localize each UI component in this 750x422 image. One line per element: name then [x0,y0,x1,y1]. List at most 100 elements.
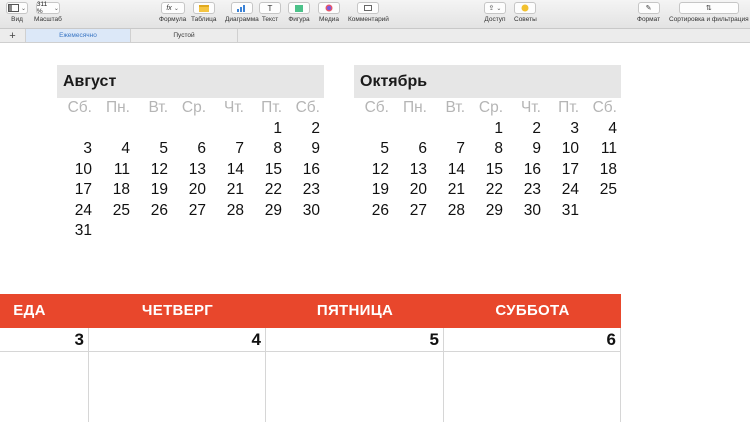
day-cell [95,119,133,140]
function-icon: fx [166,4,172,12]
zoom-select[interactable]: 311 % ⌄ [35,1,60,15]
shape-control[interactable]: Фигура [288,2,310,24]
text-button[interactable]: T [259,2,281,14]
day-cell: 23 [523,181,541,198]
day-cell: 1 [494,119,503,137]
day-cell: 12 [150,160,168,178]
day-cell [171,119,209,140]
day-cell: 30 [302,201,320,219]
media-label: Медиа [319,16,339,23]
view-control[interactable]: ⌄ Вид [6,2,28,24]
day-cell [57,119,95,140]
tips-control[interactable]: Советы [514,2,537,24]
day-header: ЧЕТВЕРГ [141,302,214,319]
text-control[interactable]: T Текст [259,2,281,24]
sort-button[interactable]: ⇅ [678,2,739,14]
weekday-label: Вт. [148,99,168,116]
chart-icon [236,4,245,12]
month-title: Август [57,65,324,98]
format-label: Формат [637,16,661,23]
day-cell: 6 [197,140,206,157]
shape-button[interactable] [288,2,310,14]
day-cell: 22 [485,181,503,198]
day-cell: 2 [532,119,541,137]
day-cell: 22 [264,181,282,198]
media-button[interactable] [318,2,340,14]
day-cell: 6 [418,140,427,157]
tab-monthly[interactable]: Ежемесячно [26,29,131,42]
weekday-label: Сб. [364,99,389,116]
day-cell: 9 [532,140,541,157]
table-control[interactable]: Таблица [191,2,217,24]
zoom-value: 311 % [36,1,48,15]
month-grid: Сб. Пн. Вт. Ср. Чт. Пт. Сб. 1 2 3 4 5 6 7 8 9 10 11 12 13 14… [57,98,324,242]
date-cell[interactable]: 4 [89,328,266,422]
day-cell: 13 [188,160,206,178]
weekday-label: Сб. [67,99,92,116]
comment-icon [364,4,373,11]
mini-calendar-october: Октябрь Сб. Пн. Вт. Ср. Чт. Пт. Сб. 1 2 3 4 5 6 7 8 9 10… [354,65,621,221]
chevron-down-icon: ⌄ [20,5,27,12]
day-cell: 24 [74,201,92,219]
zoom-control[interactable]: 311 % ⌄ Масштаб [34,1,62,24]
mini-calendar-august: Август Сб. Пн. Вт. Ср. Чт. Пт. Сб. 1 2 3 4 5 6 7 8 9 10 1… [57,65,324,242]
share-label: Доступ [484,16,506,23]
day-cell: 21 [226,181,244,198]
date-cell[interactable]: 3 [0,328,89,422]
media-control[interactable]: Медиа [318,2,340,24]
weekday-label: Пн. [105,99,130,116]
day-cell: 8 [494,140,503,157]
date-cell[interactable]: 5 [266,328,444,422]
add-sheet-button[interactable]: + [0,29,26,42]
day-cell: 7 [456,140,465,157]
day-cell [247,221,285,242]
day-header: СУББОТА [495,302,570,319]
day-cell: 21 [447,181,465,198]
view-button[interactable]: ⌄ [6,2,28,14]
tips-label: Советы [514,16,537,23]
day-cell: 11 [600,140,617,157]
month-grid: Сб. Пн. Вт. Ср. Чт. Пт. Сб. 1 2 3 4 5 6 7 8 9 10 11 12 13 14… [354,98,621,221]
comment-button[interactable] [357,2,380,14]
tips-button[interactable] [514,2,537,14]
comment-label: Комментарий [348,16,389,23]
share-control[interactable]: ⇪ ⌄ Доступ [484,2,506,24]
shape-label: Фигура [288,16,310,23]
weekday-label: Пт. [558,99,579,116]
day-cell: 28 [447,201,465,219]
day-cell: 11 [113,160,130,178]
format-button[interactable]: ✎ [637,2,660,14]
share-button[interactable]: ⇪ ⌄ [484,2,506,14]
formula-control[interactable]: fx ⌄ Формула [159,2,186,24]
day-cell: 19 [150,181,168,198]
day-cell: 3 [570,119,579,137]
table-button[interactable] [192,2,215,14]
text-label: Текст [261,16,279,23]
tab-blank[interactable]: Пустой [131,29,238,42]
day-cell: 15 [264,160,282,178]
format-control[interactable]: ✎ Формат [637,2,660,24]
day-cell: 16 [302,160,320,178]
text-icon: T [267,3,273,13]
day-cell: 26 [150,201,168,219]
chart-control[interactable]: Диаграмма [225,2,259,24]
date-cell[interactable]: 6 [444,328,621,422]
day-cell [95,221,133,242]
day-cell: 18 [112,181,130,198]
weekday-label: Сб. [592,99,617,116]
sort-icon: ⇅ [705,5,712,12]
formula-button[interactable]: fx ⌄ [160,2,185,14]
day-cell [582,201,620,222]
day-cell: 9 [311,140,320,157]
day-cell [285,221,323,242]
day-cell: 2 [311,119,320,137]
sort-control[interactable]: ⇅ Сортировка и фильтрация [669,2,749,24]
date-number: 6 [606,330,616,349]
comment-control[interactable]: Комментарий [348,2,389,24]
day-cell [430,119,468,140]
day-cell: 30 [523,201,541,219]
weekday-label: Ср. [478,99,503,116]
day-cell: 16 [523,160,541,178]
chart-button[interactable] [230,2,253,14]
share-icon: ⇪ [488,5,495,12]
